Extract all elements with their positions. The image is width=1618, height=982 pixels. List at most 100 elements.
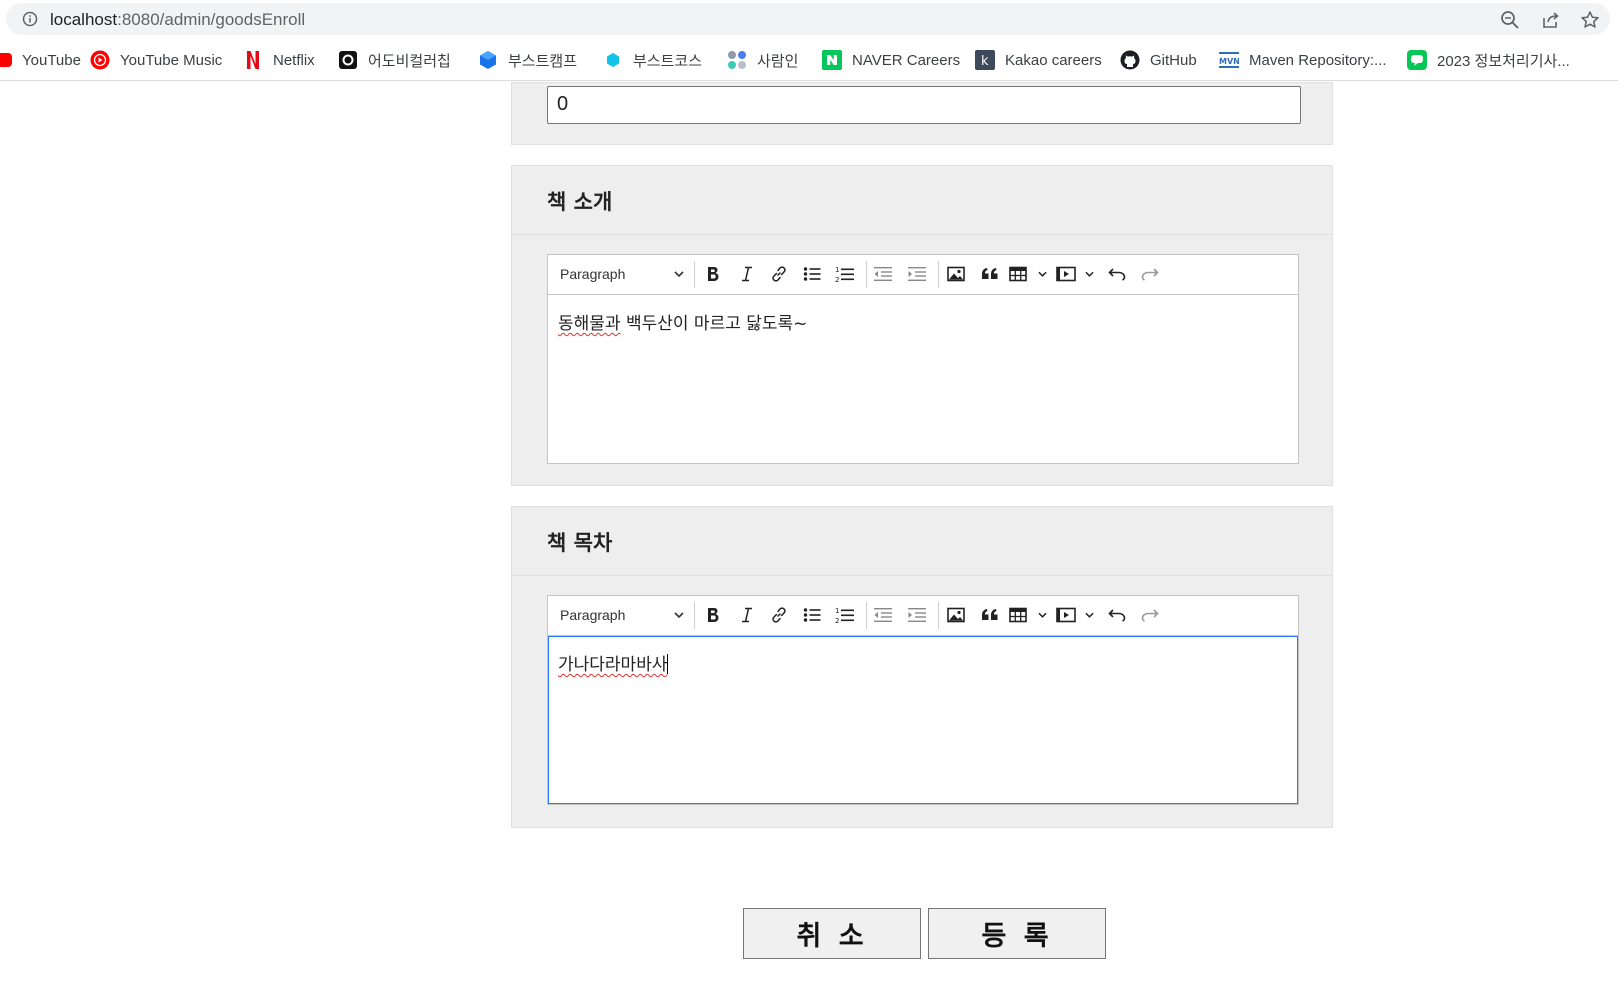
paragraph-label: Paragraph: [560, 266, 626, 282]
star-icon[interactable]: [1580, 10, 1600, 30]
price-section: 0: [511, 82, 1333, 145]
section-title: 책 목차: [547, 531, 613, 555]
bold-icon: [708, 267, 719, 281]
block-quote-button[interactable]: [977, 604, 1003, 626]
book-toc-section: 책 목차 Paragraph 12 가나다라마바사: [511, 506, 1333, 828]
undo-button[interactable]: [1104, 263, 1130, 285]
bookmark-label: 사람인: [757, 52, 799, 70]
url-text[interactable]: localhost:8080/admin/goodsEnroll: [50, 10, 305, 30]
bookmark-naver-careers[interactable]: NAVER Careers: [822, 48, 960, 72]
bookmark-label: YouTube: [22, 51, 81, 69]
outdent-button[interactable]: [870, 604, 896, 626]
bookmark-adobe-color[interactable]: 어도비컬러칩: [338, 48, 451, 72]
bookmark-github[interactable]: GitHub: [1120, 48, 1197, 72]
svg-text:k: k: [981, 54, 989, 69]
bold-button[interactable]: [700, 263, 726, 285]
bookmark-saramin[interactable]: 사람인: [727, 48, 798, 72]
redo-icon: [1141, 268, 1159, 281]
undo-icon: [1108, 268, 1126, 281]
submit-button[interactable]: 등 록: [928, 908, 1106, 959]
misspelled-word: 가나다라마바사: [558, 655, 668, 675]
number-input[interactable]: 0: [547, 86, 1301, 124]
netflix-icon: [243, 50, 263, 70]
bookmark-boostcourse[interactable]: 부스트코스: [603, 48, 702, 72]
toc-editor: Paragraph 12 가나다라마바사: [547, 595, 1299, 805]
bookmark-label: Netflix: [273, 51, 315, 69]
outdent-button[interactable]: [870, 263, 896, 285]
bookmark-2023-exam[interactable]: 2023 정보처리기사...: [1407, 48, 1570, 72]
bulleted-list-button[interactable]: [799, 263, 825, 285]
svg-text:1: 1: [835, 266, 839, 274]
indent-button[interactable]: [904, 604, 930, 626]
block-quote-button[interactable]: [977, 263, 1003, 285]
insert-media-button[interactable]: [1056, 263, 1094, 285]
svg-text:MVN: MVN: [1219, 57, 1239, 66]
browser-address-bar: localhost:8080/admin/goodsEnroll: [0, 0, 1618, 40]
numbered-list-button[interactable]: 12: [832, 263, 858, 285]
redo-icon: [1141, 609, 1159, 622]
indent-button[interactable]: [904, 263, 930, 285]
text-rest: 백두산이 마르고 닳도록~: [620, 314, 808, 334]
url-path: :8080/admin/goodsEnroll: [117, 10, 306, 29]
naver-icon: [822, 50, 842, 70]
bookmark-netflix[interactable]: Netflix: [243, 48, 315, 72]
insert-table-button[interactable]: [1009, 263, 1047, 285]
toolbar-divider: [694, 602, 695, 629]
url-bar[interactable]: localhost:8080/admin/goodsEnroll: [6, 3, 1610, 35]
cancel-button[interactable]: 취 소: [743, 908, 921, 959]
bold-icon: [708, 608, 719, 622]
indent-icon: [908, 608, 926, 622]
url-host: localhost: [50, 10, 118, 29]
bold-button[interactable]: [700, 604, 726, 626]
bookmark-youtube[interactable]: YouTube: [0, 48, 81, 72]
insert-media-button[interactable]: [1056, 604, 1094, 626]
media-icon: [1056, 266, 1076, 282]
section-header: 책 소개: [512, 166, 1332, 235]
toolbar-divider: [866, 261, 867, 288]
toolbar-divider: [938, 261, 939, 288]
bookmark-kakao-careers[interactable]: k Kakao careers: [975, 48, 1102, 72]
editor-content-area[interactable]: 동해물과 백두산이 마르고 닳도록~: [548, 295, 1298, 463]
kakao-icon: k: [975, 50, 995, 70]
paragraph-label: Paragraph: [560, 607, 626, 623]
zoom-icon[interactable]: [1500, 10, 1520, 30]
italic-button[interactable]: [734, 604, 760, 626]
bookmark-youtube-music[interactable]: YouTube Music: [90, 48, 222, 72]
chevron-down-icon: [1085, 612, 1094, 618]
bookmark-label: GitHub: [1150, 51, 1197, 69]
redo-button[interactable]: [1137, 604, 1163, 626]
italic-button[interactable]: [734, 263, 760, 285]
bulleted-list-icon: [803, 267, 821, 281]
image-icon: [947, 266, 965, 282]
bookmark-label: YouTube Music: [120, 51, 223, 69]
chevron-down-icon: [674, 612, 684, 618]
editor-text: 동해물과 백두산이 마르고 닳도록~: [558, 309, 807, 334]
chevron-down-icon: [1038, 612, 1047, 618]
chevron-down-icon: [1085, 271, 1094, 277]
undo-button[interactable]: [1104, 604, 1130, 626]
paragraph-dropdown[interactable]: Paragraph: [560, 263, 684, 285]
redo-button[interactable]: [1137, 263, 1163, 285]
toolbar-divider: [866, 602, 867, 629]
text-caret: [667, 654, 669, 674]
bulleted-list-button[interactable]: [799, 604, 825, 626]
link-button[interactable]: [766, 604, 792, 626]
bookmark-boostcamp[interactable]: 부스트캠프: [478, 48, 577, 72]
editor-toolbar: Paragraph 12: [548, 255, 1298, 295]
insert-image-button[interactable]: [943, 263, 969, 285]
boostcourse-icon: [603, 50, 623, 70]
editor-content-area[interactable]: 가나다라마바사: [548, 636, 1298, 804]
italic-icon: [742, 266, 752, 282]
paragraph-dropdown[interactable]: Paragraph: [560, 604, 684, 626]
insert-table-button[interactable]: [1009, 604, 1047, 626]
numbered-list-button[interactable]: 12: [832, 604, 858, 626]
insert-image-button[interactable]: [943, 604, 969, 626]
editor-text: 가나다라마바사: [558, 650, 669, 675]
link-button[interactable]: [766, 263, 792, 285]
bookmark-label: 어도비컬러칩: [368, 52, 451, 70]
bookmark-maven[interactable]: MVN Maven Repository:...: [1219, 48, 1387, 72]
editor-toolbar: Paragraph 12: [548, 596, 1298, 636]
numbered-list-icon: 12: [835, 607, 854, 624]
share-icon[interactable]: [1541, 10, 1561, 30]
info-icon[interactable]: [22, 11, 38, 27]
